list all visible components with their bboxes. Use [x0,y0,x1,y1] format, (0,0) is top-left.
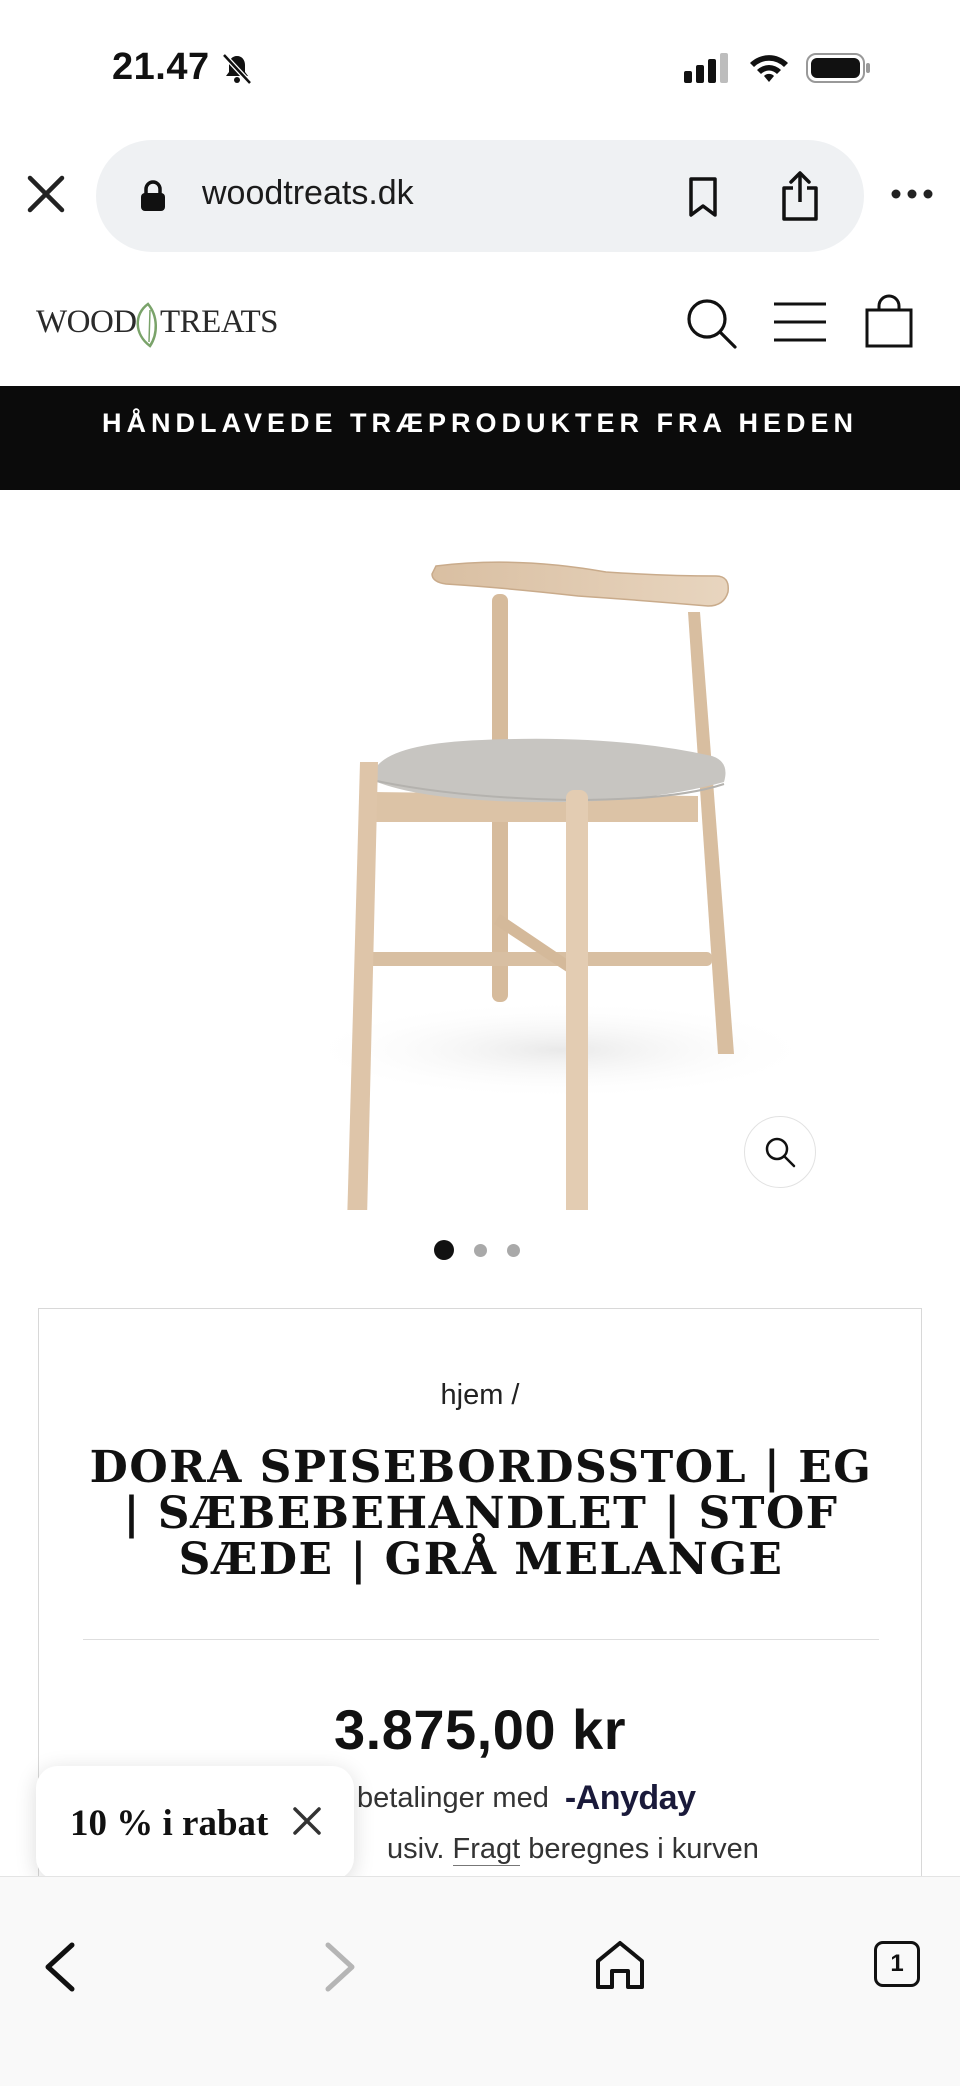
discount-label[interactable]: 10 % i rabat [70,1802,268,1845]
gallery-dot-3[interactable] [507,1243,520,1257]
browser-toolbar: 1 [0,1876,960,2086]
product-price: 3.875,00 kr [334,1698,626,1761]
tax-shipping-note: usiv. Fragt beregnes i kurven [387,1833,759,1866]
url-text[interactable]: woodtreats.dk [202,174,414,213]
search-icon[interactable] [684,296,738,350]
status-bar: 21.47 [0,0,960,130]
zoom-button[interactable] [744,1116,816,1188]
status-indicators [684,52,872,84]
tabs-icon[interactable]: 1 [874,1941,920,1987]
svg-text:WOOD: WOOD [36,304,137,340]
lock-icon [141,180,165,211]
tab-count: 1 [890,1950,904,1977]
cellular-signal-icon [684,53,728,83]
breadcrumb[interactable]: hjem / [39,1379,921,1412]
installments-info: betalinger med -Anyday [357,1779,696,1818]
zoom-icon [765,1137,796,1168]
more-icon[interactable] [890,186,934,202]
shipping-link[interactable]: Fragt [452,1833,521,1866]
announcement-text: HÅNDLAVEDE TRÆPRODUKTER FRA HEDEN [101,408,858,438]
status-time: 21.47 [112,46,210,88]
menu-icon[interactable] [772,300,828,344]
divider [83,1639,879,1640]
share-icon[interactable] [778,170,822,222]
bookmark-icon[interactable] [686,176,720,218]
close-icon[interactable] [290,1804,324,1838]
product-image[interactable] [0,490,960,1210]
battery-icon [806,53,870,83]
installments-text: betalinger med [357,1782,549,1814]
back-icon[interactable] [40,1939,80,1995]
home-icon[interactable] [592,1937,648,1993]
address-bar[interactable]: woodtreats.dk [96,140,864,252]
close-icon[interactable] [24,172,68,216]
site-logo[interactable]: WOOD TREATS [36,290,282,350]
svg-text:TREATS: TREATS [160,304,278,340]
gallery-dot-1[interactable] [434,1240,454,1260]
cart-icon[interactable] [864,294,914,348]
gallery-pagination[interactable] [434,1240,520,1260]
wifi-icon [750,55,788,82]
product-title: DORA SPISEBORDSSTOL | EG | SÆBEBEHANDLET… [89,1442,873,1585]
gallery-dot-2[interactable] [474,1243,487,1257]
forward-icon[interactable] [320,1939,360,1995]
bell-slash-icon [222,53,252,85]
announcement-bar: HÅNDLAVEDE TRÆPRODUKTER FRA HEDEN [0,386,960,490]
discount-popup[interactable]: 10 % i rabat [36,1766,354,1880]
anyday-logo[interactable]: -Anyday [565,1779,696,1818]
